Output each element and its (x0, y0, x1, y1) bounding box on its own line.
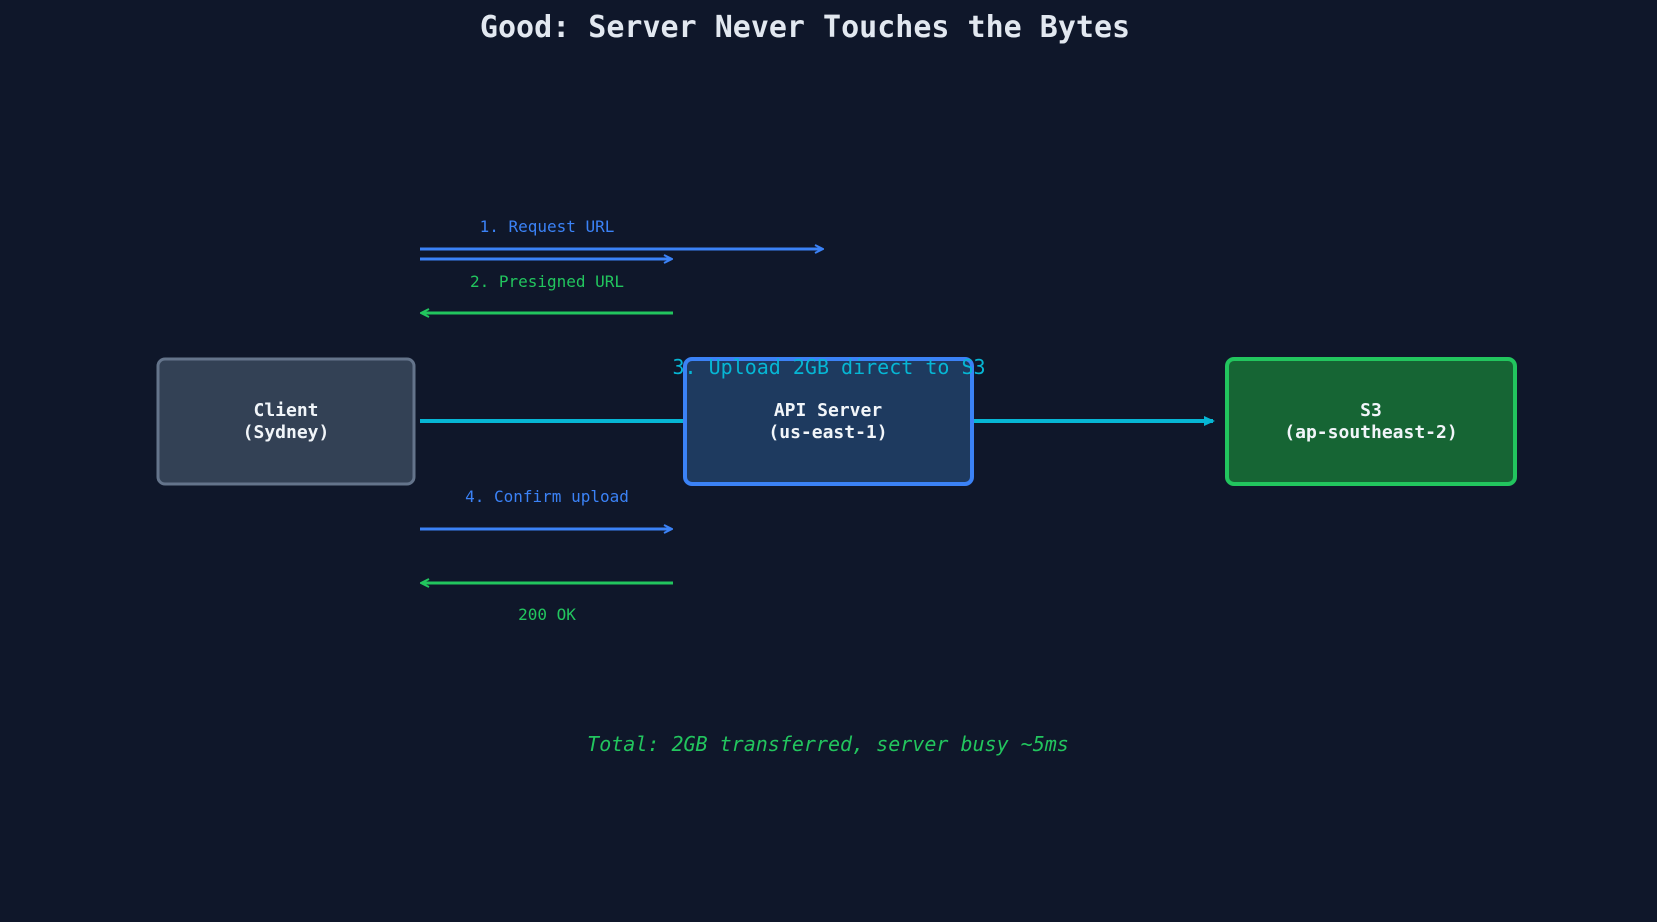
step-upload-direct-label: 3. Upload 2GB direct to S3 (672, 355, 985, 379)
s3-node-name: S3 (1360, 400, 1382, 421)
api-server-node-region: (us-east-1) (768, 422, 887, 443)
client-node-region: (Sydney) (243, 422, 330, 443)
ok-response-label: 200 OK (518, 605, 576, 624)
client-node-name: Client (253, 400, 318, 421)
s3-node-region: (ap-southeast-2) (1284, 422, 1457, 443)
total-summary: Total: 2GB transferred, server busy ~5ms (587, 732, 1069, 756)
diagram-title: Good: Server Never Touches the Bytes (480, 10, 1130, 45)
upload-flow-diagram: Good: Server Never Touches the Bytes 1. … (156, 10, 1517, 756)
api-server-node-name: API Server (774, 400, 883, 421)
step-confirm-upload-label: 4. Confirm upload (465, 487, 629, 506)
step-presigned-url-label: 2. Presigned URL (470, 272, 624, 291)
step-request-url-label: 1. Request URL (480, 217, 615, 236)
